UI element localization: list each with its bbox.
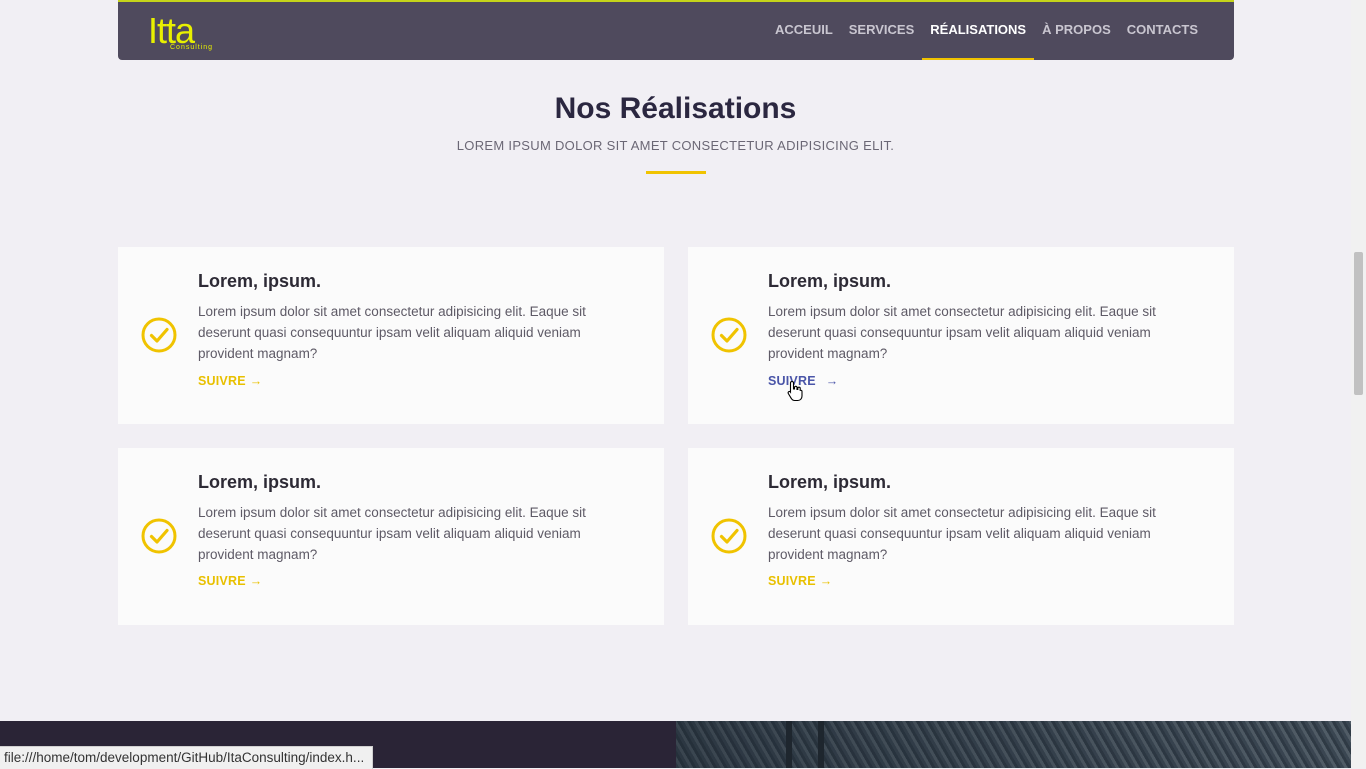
hand-cursor-icon: [787, 380, 803, 402]
suivre-label: SUIVRE: [198, 574, 246, 588]
realisation-card: Lorem, ipsum. Lorem ipsum dolor sit amet…: [118, 448, 664, 625]
nav-item-realisations[interactable]: RÉALISATIONS: [922, 2, 1034, 60]
rail-line: [786, 721, 792, 768]
suivre-link[interactable]: SUIVRE→: [198, 374, 262, 388]
realisation-card: Lorem, ipsum. Lorem ipsum dolor sit amet…: [118, 247, 664, 424]
check-circle-icon: [141, 518, 177, 554]
railway-photo: [676, 721, 1351, 768]
arrow-right-icon: →: [825, 374, 839, 388]
suivre-link[interactable]: SUIVRE→: [198, 574, 262, 588]
nav-menu: ACCEUIL SERVICES RÉALISATIONS À PROPOS C…: [767, 2, 1206, 60]
suivre-label: SUIVRE: [198, 374, 246, 388]
nav-item-a-propos[interactable]: À PROPOS: [1034, 2, 1119, 60]
scrollbar-thumb[interactable]: [1354, 252, 1363, 395]
page-scrollbar[interactable]: [1351, 0, 1366, 768]
nav-item-contacts[interactable]: CONTACTS: [1119, 2, 1206, 60]
card-text: Lorem ipsum dolor sit amet consectetur a…: [768, 304, 1156, 361]
card-text: Lorem ipsum dolor sit amet consectetur a…: [768, 505, 1156, 562]
check-circle-icon: [711, 518, 747, 554]
arrow-right-icon: →: [249, 574, 263, 588]
top-navbar: Itta Consulting ACCEUIL SERVICES RÉALISA…: [118, 0, 1234, 60]
card-title: Lorem, ipsum.: [768, 472, 892, 492]
logo-subtext: Consulting: [170, 44, 214, 51]
card-title: Lorem, ipsum.: [198, 271, 322, 291]
section-divider: [646, 171, 706, 174]
section-subtitle: LOREM IPSUM DOLOR SIT AMET CONSECTETUR A…: [456, 138, 895, 153]
check-circle-icon: [141, 317, 177, 353]
realisation-card: Lorem, ipsum. Lorem ipsum dolor sit amet…: [688, 448, 1234, 625]
browser-status-url: file:///home/tom/development/GitHub/ItaC…: [0, 746, 374, 769]
check-circle-icon: [711, 317, 747, 353]
nav-item-services[interactable]: SERVICES: [841, 2, 923, 60]
arrow-right-icon: →: [819, 574, 833, 588]
card-title: Lorem, ipsum.: [198, 472, 322, 492]
card-text: Lorem ipsum dolor sit amet consectetur a…: [198, 505, 586, 562]
arrow-right-icon: →: [249, 374, 263, 388]
suivre-link[interactable]: SUIVRE→: [768, 574, 832, 588]
rail-line: [818, 721, 824, 768]
realisation-card: Lorem, ipsum. Lorem ipsum dolor sit amet…: [688, 247, 1234, 424]
section-title: Nos Réalisations: [554, 92, 797, 125]
nav-item-acceuil[interactable]: ACCEUIL: [767, 2, 841, 60]
card-text: Lorem ipsum dolor sit amet consectetur a…: [198, 304, 586, 361]
card-title: Lorem, ipsum.: [768, 271, 892, 291]
suivre-label: SUIVRE: [768, 574, 816, 588]
brand-logo[interactable]: Itta Consulting: [148, 10, 218, 54]
